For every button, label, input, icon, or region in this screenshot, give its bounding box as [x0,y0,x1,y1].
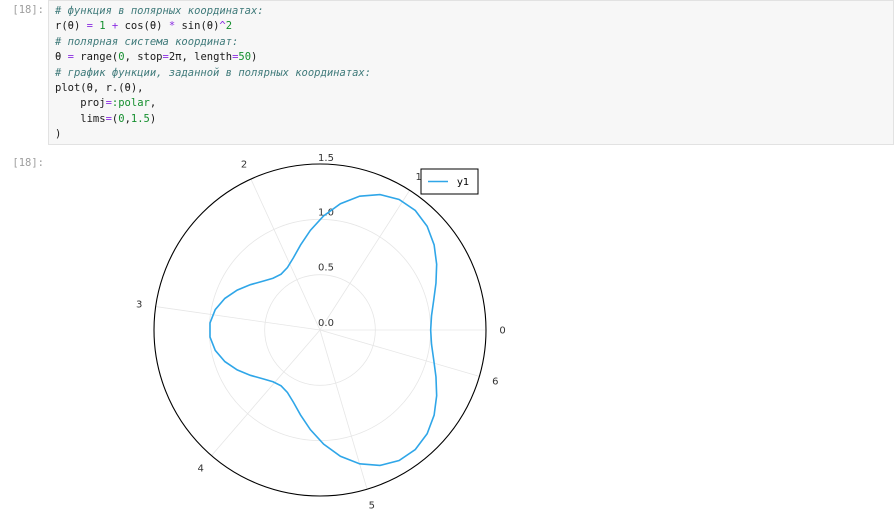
code-token: # график функции, заданной в полярных ко… [55,66,372,79]
radial-tick-label: 0.0 [318,318,334,329]
code-token: :polar [111,97,150,110]
radial-tick-label: 1.5 [318,153,334,164]
angular-grid-spoke [211,329,321,456]
code-token: lims [55,112,106,125]
code-token: sin(θ) [175,20,220,33]
code-line: ) [55,127,893,142]
code-token: 50 [238,51,252,64]
code-line: # функция в полярных координатах: [55,4,893,19]
code-cell[interactable]: # функция в полярных координатах: r(θ) = … [48,0,894,145]
code-token: 1.5 [130,112,150,125]
angular-tick-label: 5 [369,501,375,512]
angular-grid-spoke [155,306,321,331]
code-token: plot(θ, r.(θ), [55,81,144,94]
code-token: r(θ) [55,20,87,33]
legend-label-y1: y1 [457,177,469,188]
angular-grid-spoke [319,329,368,490]
code-token: cos(θ) [118,20,169,33]
code-token: ) [251,51,258,64]
code-token: ) [149,112,157,125]
polar-grid [155,178,486,490]
legend: y1 [420,168,479,195]
code-token: range( [73,51,119,64]
code-token: # функция в полярных координатах: [55,5,264,17]
code-line: # график функции, заданной в полярных ко… [55,66,893,81]
angular-tick-label: 4 [197,464,203,475]
output-prompt: [18]: [12,157,44,169]
code-token: # полярная система координат: [55,35,239,48]
angular-grid-spoke [319,329,480,377]
code-token: , stop [124,51,163,64]
code-line: # полярная система координат: [55,35,893,50]
code-token: proj [55,97,106,110]
code-token: 2π, length [168,51,233,64]
radial-tick-label: 1.0 [318,207,334,218]
code-line: θ = range(0, stop=2π, length=50) [55,50,893,65]
code-token: θ [55,51,68,64]
input-prompt: [18]: [12,4,44,16]
angular-tick-label: 0 [499,326,505,337]
code-token: , [149,97,157,110]
angular-tick-label: 2 [241,159,247,170]
code-token: ) [55,128,62,141]
angular-tick-label: 3 [136,300,142,311]
polar-plot: 0.00.51.01.50123456 y1 [136,153,506,512]
code-line: plot(θ, r.(θ), [55,81,893,96]
code-token: 2 [225,20,233,33]
code-line: lims=(0,1.5) [55,112,893,127]
code-line: proj=:polar, [55,96,893,111]
angular-grid-spoke [250,178,321,331]
radial-tick-label: 0.5 [318,263,334,274]
angular-tick-label: 6 [492,377,498,388]
code-line: r(θ) = 1 + cos(θ) * sin(θ)^2 [55,19,893,34]
